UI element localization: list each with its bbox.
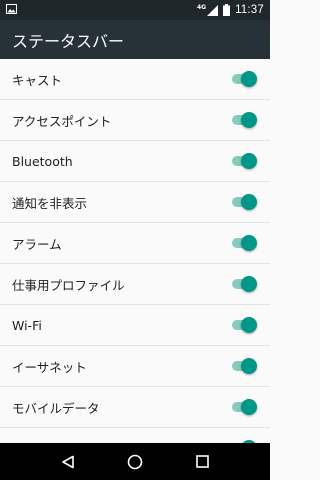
status-bar: 4G 11:37: [0, 0, 270, 20]
network-type: 4G: [196, 3, 207, 11]
recents-icon: [196, 455, 209, 468]
toggle-label: イーサネット: [12, 359, 87, 375]
toggle-label: モバイルデータ: [12, 400, 100, 416]
toggle-label: 通知を非表示: [12, 195, 88, 211]
alarm-switch[interactable]: [230, 235, 257, 251]
toggle-row-work-profile[interactable]: 仕事用プロファイル: [0, 264, 270, 305]
recents-button[interactable]: [192, 452, 212, 472]
toggle-row-alarm[interactable]: アラーム: [0, 223, 270, 264]
home-button[interactable]: [125, 452, 145, 472]
back-button[interactable]: [58, 452, 78, 472]
toggle-row-mobile-data[interactable]: モバイルデータ: [0, 387, 270, 428]
navigation-bar: [0, 443, 270, 480]
hotspot-switch[interactable]: [230, 112, 257, 128]
mobile-data-switch[interactable]: [230, 399, 257, 415]
signal-icon: [207, 4, 219, 16]
toggle-row-partial[interactable]: [0, 428, 270, 443]
wifi-switch[interactable]: [230, 317, 257, 333]
toggle-label: アクセスポイント: [12, 113, 112, 129]
toggle-row-cast[interactable]: キャスト: [0, 59, 270, 100]
app-bar: ステータスバー: [0, 20, 270, 59]
bluetooth-switch[interactable]: [230, 153, 257, 169]
home-icon: [127, 454, 143, 469]
toggle-label: アラーム: [12, 236, 62, 252]
toggle-row-ethernet[interactable]: イーサネット: [0, 346, 270, 387]
toggle-label: Wi-Fi: [12, 317, 42, 333]
hide-notifications-switch[interactable]: [230, 194, 257, 210]
back-icon: [61, 455, 74, 468]
clock: 11:37: [235, 4, 264, 16]
ethernet-switch[interactable]: [230, 358, 257, 374]
battery-icon: [223, 4, 231, 16]
image-notification-icon: [6, 4, 17, 14]
page-title: ステータスバー: [12, 31, 125, 51]
toggle-row-hide-notifications[interactable]: 通知を非表示: [0, 182, 270, 223]
work-profile-switch[interactable]: [230, 276, 257, 292]
toggle-row-wifi[interactable]: Wi-Fi: [0, 305, 270, 346]
settings-list: キャスト アクセスポイント Bluetooth 通知を非表示 アラーム 仕事用プ…: [0, 59, 270, 443]
cast-switch[interactable]: [230, 71, 257, 87]
toggle-label: Bluetooth: [12, 153, 73, 169]
toggle-label: 仕事用プロファイル: [12, 277, 125, 293]
notification-area: [6, 4, 17, 14]
toggle-label: キャスト: [12, 72, 63, 88]
toggle-row-bluetooth[interactable]: Bluetooth: [0, 141, 270, 182]
toggle-row-hotspot[interactable]: アクセスポイント: [0, 100, 270, 141]
